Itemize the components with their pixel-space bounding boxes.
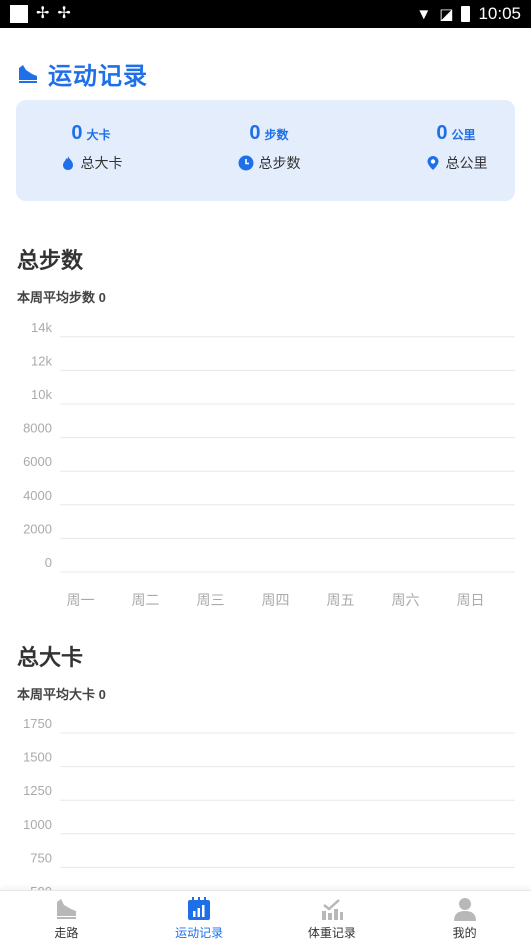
calories-chart-svg: 5007501000125015001750 (23, 716, 515, 890)
x-tick-label: 周二 (132, 592, 160, 608)
location-pin-icon (427, 156, 438, 170)
calories-stat: 0 大卡 总大卡 (31, 122, 151, 173)
tab-label: 运动记录 (175, 926, 224, 940)
tab-weight-records[interactable]: 体重记录 (266, 891, 399, 945)
y-tick-label: 750 (30, 850, 52, 865)
x-tick-label: 周六 (392, 592, 420, 608)
page-header: 运动记录 (16, 56, 148, 91)
tab-walk[interactable]: 走路 (0, 891, 133, 945)
notification-square-icon (10, 5, 28, 23)
distance-stat: 0 公里 总公里 (396, 122, 516, 173)
y-tick-label: 4000 (23, 488, 52, 503)
app-notification-icon: ✢ (36, 5, 50, 22)
clock-icon (238, 155, 253, 171)
tab-profile[interactable]: 我的 (398, 891, 531, 945)
shoe-icon (57, 899, 77, 919)
shoe-icon (19, 64, 37, 83)
no-signal-icon: ◪ (439, 6, 454, 23)
bottom-tab-bar: 走路 运动记录 体重记录 我的 (0, 890, 531, 945)
steps-stat: 0 步数 总步数 (209, 122, 329, 173)
steps-label: 总步数 (258, 155, 301, 171)
status-bar: ✢ ✢ ▼ ◪ 10:05 (0, 0, 531, 28)
page-title: 运动记录 (48, 63, 148, 90)
x-tick-label: 周日 (457, 592, 485, 608)
x-tick-label: 周三 (197, 592, 225, 608)
steps-unit: 步数 (264, 128, 289, 142)
distance-value: 0 (436, 122, 448, 144)
y-tick-label: 8000 (23, 421, 52, 436)
y-tick-label: 12k (31, 353, 52, 368)
calories-chart: 5007501000125015001750 (0, 715, 531, 890)
tab-exercise-records[interactable]: 运动记录 (133, 891, 266, 945)
calories-label: 总大卡 (80, 155, 123, 171)
y-tick-label: 1750 (23, 716, 52, 731)
flame-icon (62, 156, 73, 170)
steps-section-title: 总步数 (17, 248, 84, 273)
calories-section-title: 总大卡 (17, 645, 84, 670)
user-icon (453, 898, 476, 921)
steps-chart: 0 2000 4000 6000 8000 10k 12k 14k 周一 周二 周三 周四 周五 周六 周日 (0, 318, 531, 614)
steps-chart-svg: 0 2000 4000 6000 8000 10k 12k 14k 周一 周二 周三 周四 周五 周六 周日 (23, 320, 515, 608)
summary-card: 0 大卡 总大卡 0 步数 总步数 0 公里 总公里 (16, 100, 515, 201)
steps-value: 0 (249, 122, 261, 144)
y-tick-label: 10k (31, 387, 52, 402)
y-tick-label: 14k (31, 320, 52, 335)
x-tick-label: 周四 (262, 592, 290, 608)
calories-weekly-average: 本周平均大卡 0 (17, 687, 106, 702)
tab-label: 体重记录 (307, 926, 356, 940)
bar-chart-check-icon (321, 899, 343, 920)
battery-icon (461, 6, 471, 22)
x-tick-label: 周五 (327, 592, 355, 608)
y-tick-label: 1250 (23, 783, 52, 798)
tab-label: 我的 (452, 926, 477, 940)
distance-unit: 公里 (451, 128, 476, 142)
y-tick-label: 0 (45, 555, 52, 570)
steps-weekly-average: 本周平均步数 0 (17, 290, 106, 305)
calories-unit: 大卡 (86, 128, 111, 142)
y-tick-label: 1500 (23, 750, 52, 765)
calendar-chart-icon (188, 897, 211, 920)
y-tick-label: 2000 (23, 521, 52, 536)
app-notification-icon-2: ✢ (57, 5, 71, 22)
wifi-icon: ▼ (416, 5, 432, 23)
distance-label: 总公里 (445, 155, 488, 171)
y-tick-label: 6000 (23, 454, 52, 469)
tab-label: 走路 (54, 926, 79, 940)
calories-value: 0 (71, 122, 83, 144)
status-time: 10:05 (478, 4, 521, 23)
y-tick-label: 1000 (23, 817, 52, 832)
x-tick-label: 周一 (67, 592, 95, 608)
